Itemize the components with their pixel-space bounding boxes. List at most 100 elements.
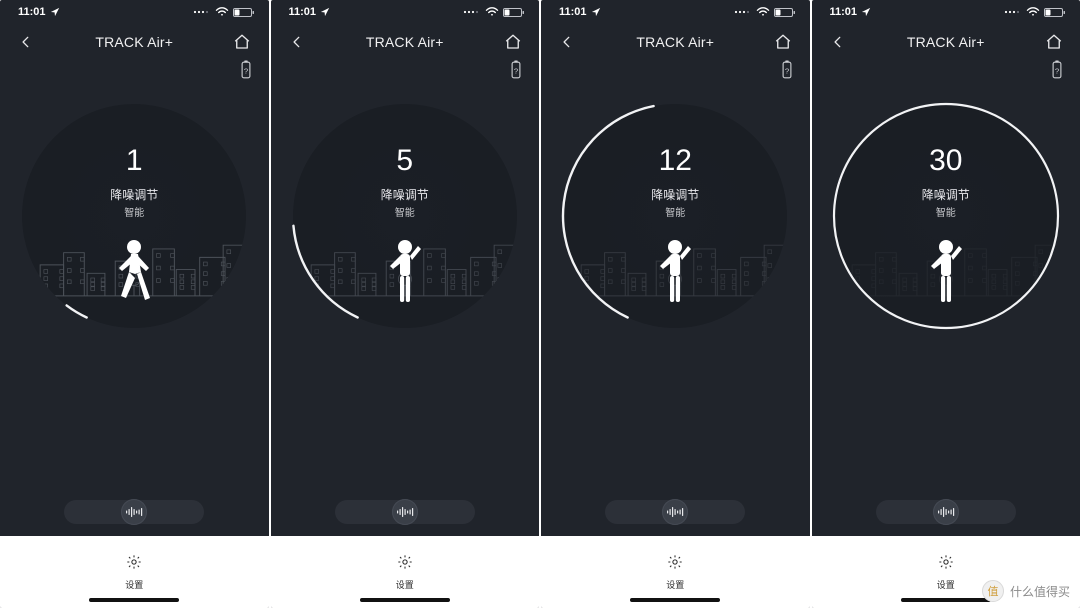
tab-bar: 设置 [0,536,269,608]
noise-label: 降噪调节 [555,186,795,203]
mode-label: 智能 [14,204,254,219]
home-indicator [901,598,991,602]
settings-label: 设置 [666,578,684,591]
mode-label: 智能 [826,204,1066,219]
earbud-battery-icon[interactable]: ? [780,60,794,84]
settings-label: 设置 [937,578,955,591]
status-time: 11:01 [559,6,587,18]
battery-icon [774,7,796,18]
location-icon [320,7,330,17]
mode-slider[interactable] [64,500,204,524]
home-button[interactable] [503,33,523,51]
cell-signal-icon [193,7,211,17]
page-title: TRACK Air+ [95,34,173,50]
person-icon [382,238,428,308]
home-button[interactable] [232,33,252,51]
earbud-battery-icon[interactable]: ? [509,60,523,84]
noise-label: 降噪调节 [826,186,1066,203]
person-icon [111,238,157,308]
mode-label: 智能 [555,204,795,219]
back-button[interactable] [828,33,848,51]
status-time: 11:01 [18,6,46,18]
home-indicator [630,598,720,602]
battery-icon [1044,7,1066,18]
slider-knob[interactable] [121,499,147,525]
svg-text:?: ? [1055,66,1060,75]
svg-text:?: ? [514,66,519,75]
wifi-icon [215,7,229,17]
noise-level-value: 30 [826,144,1066,178]
app-header: TRACK Air+ [271,24,540,60]
mode-slider[interactable] [605,500,745,524]
location-icon [50,7,60,17]
cell-signal-icon [734,7,752,17]
gear-icon [397,554,413,570]
soundwave-icon [937,505,955,519]
gear-icon [938,554,954,570]
settings-button[interactable] [397,554,413,575]
status-bar: 11:01 [0,0,269,24]
home-indicator [360,598,450,602]
phone-screen: 11:01 TRACK Air+? 5 降噪调节智能设置 [271,0,540,608]
noise-label: 降噪调节 [14,186,254,203]
battery-icon [503,7,525,18]
status-bar: 11:01 [541,0,810,24]
noise-level-value: 12 [555,144,795,178]
tab-bar: 设置 [541,536,810,608]
home-button[interactable] [1044,33,1064,51]
status-time: 11:01 [289,6,317,18]
app-header: TRACK Air+ [541,24,810,60]
cell-signal-icon [463,7,481,17]
earbud-battery-icon[interactable]: ? [239,60,253,84]
location-icon [591,7,601,17]
settings-label: 设置 [396,578,414,591]
mode-slider[interactable] [876,500,1016,524]
earbud-battery-icon[interactable]: ? [1050,60,1064,84]
settings-label: 设置 [125,578,143,591]
noise-dial[interactable]: 5 降噪调节智能 [285,96,525,336]
person-icon [923,238,969,308]
home-indicator [89,598,179,602]
back-button[interactable] [287,33,307,51]
gear-icon [126,554,142,570]
noise-label: 降噪调节 [285,186,525,203]
back-button[interactable] [557,33,577,51]
svg-text:?: ? [243,66,248,75]
soundwave-icon [125,505,143,519]
back-button[interactable] [16,33,36,51]
settings-button[interactable] [667,554,683,575]
slider-knob[interactable] [933,499,959,525]
noise-dial[interactable]: 30 降噪调节智能 [826,96,1066,336]
tab-bar: 设置 [271,536,540,608]
mode-label: 智能 [285,204,525,219]
noise-level-value: 1 [14,144,254,178]
cell-signal-icon [1004,7,1022,17]
battery-icon [233,7,255,18]
settings-button[interactable] [938,554,954,575]
wifi-icon [756,7,770,17]
location-icon [861,7,871,17]
phone-screen: 11:01 TRACK Air+? 12 降噪调节智能设置 [541,0,810,608]
page-title: TRACK Air+ [636,34,714,50]
app-header: TRACK Air+ [812,24,1080,60]
person-icon [652,238,698,308]
mode-slider[interactable] [335,500,475,524]
settings-button[interactable] [126,554,142,575]
noise-dial[interactable]: 1 降噪调节智能 [14,96,254,336]
wifi-icon [1026,7,1040,17]
status-bar: 11:01 [812,0,1080,24]
phone-screen: 11:01 TRACK Air+? 1 降噪调节智能设置 [0,0,269,608]
svg-text:?: ? [784,66,789,75]
gear-icon [667,554,683,570]
wifi-icon [485,7,499,17]
status-bar: 11:01 [271,0,540,24]
status-time: 11:01 [830,6,858,18]
page-title: TRACK Air+ [366,34,444,50]
slider-knob[interactable] [392,499,418,525]
noise-dial[interactable]: 12 降噪调节智能 [555,96,795,336]
noise-level-value: 5 [285,144,525,178]
app-header: TRACK Air+ [0,24,269,60]
home-button[interactable] [773,33,793,51]
slider-knob[interactable] [662,499,688,525]
soundwave-icon [666,505,684,519]
